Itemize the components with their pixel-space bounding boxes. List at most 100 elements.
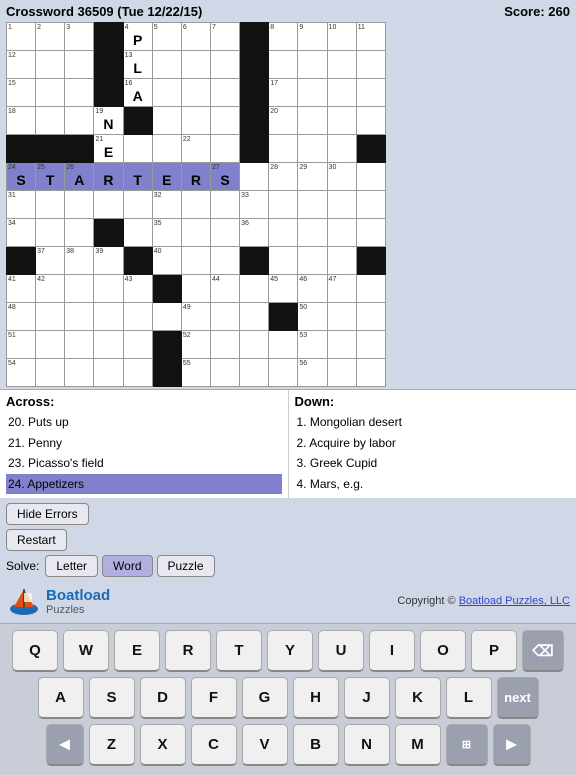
across-clue-23[interactable]: 23. Picasso's field [6,453,282,474]
grid-cell[interactable] [240,275,269,303]
key-w[interactable]: W [63,630,109,672]
grid-cell[interactable] [210,107,239,135]
grid-cell[interactable] [65,79,94,107]
down-clue-4[interactable]: 4. Mars, e.g. [295,474,571,495]
grid-cell[interactable] [94,191,123,219]
grid-cell[interactable]: 25T [36,163,65,191]
grid-cell[interactable]: 49 [181,303,210,331]
grid-cell[interactable] [298,191,327,219]
key-a[interactable]: A [38,677,84,719]
grid-cell[interactable] [269,219,298,247]
grid-cell[interactable] [65,331,94,359]
grid-cell[interactable]: 7 [210,23,239,51]
grid-cell[interactable] [210,79,239,107]
grid-cell[interactable]: 26A [65,163,94,191]
grid-cell[interactable] [123,219,152,247]
grid-cell[interactable]: 5 [152,23,181,51]
grid-cell[interactable] [240,303,269,331]
solve-word-button[interactable]: Word [102,555,152,577]
grid-cell[interactable] [94,359,123,387]
grid-cell[interactable]: T [123,163,152,191]
grid-cell[interactable] [327,331,356,359]
grid-cell[interactable]: 43 [123,275,152,303]
grid-cell[interactable]: 37 [36,247,65,275]
grid-cell[interactable]: 1 [7,23,36,51]
key-i[interactable]: I [369,630,415,672]
grid-cell[interactable] [356,135,385,163]
grid-cell[interactable] [152,303,181,331]
grid-cell[interactable] [240,51,269,79]
grid-cell[interactable] [327,219,356,247]
grid-cell[interactable]: 3 [65,23,94,51]
grid-cell[interactable]: 21E [94,135,123,163]
grid-cell[interactable]: 2 [36,23,65,51]
grid-cell[interactable]: R [181,163,210,191]
grid-cell[interactable]: 10 [327,23,356,51]
grid-cell[interactable] [327,135,356,163]
grid-cell[interactable]: 39 [94,247,123,275]
key-q[interactable]: Q [12,630,58,672]
solve-puzzle-button[interactable]: Puzzle [157,555,215,577]
hide-errors-button[interactable]: Hide Errors [6,503,89,525]
more-key[interactable]: ⊞ [446,724,488,766]
grid-cell[interactable] [36,331,65,359]
grid-cell[interactable]: 40 [152,247,181,275]
grid-cell[interactable]: 52 [181,331,210,359]
grid-cell[interactable]: 42 [36,275,65,303]
key-y[interactable]: Y [267,630,313,672]
grid-cell[interactable] [152,107,181,135]
grid-cell[interactable]: 29 [298,163,327,191]
down-clue-3[interactable]: 3. Greek Cupid [295,453,571,474]
grid-cell[interactable] [240,163,269,191]
grid-cell[interactable]: 28 [269,163,298,191]
grid-cell[interactable] [210,359,239,387]
grid-cell[interactable] [65,191,94,219]
grid-cell[interactable] [36,79,65,107]
grid-cell[interactable] [94,219,123,247]
next-key[interactable]: next [497,677,539,719]
grid-cell[interactable] [7,247,36,275]
restart-button[interactable]: Restart [6,529,67,551]
grid-cell[interactable] [36,191,65,219]
grid-cell[interactable]: 32 [152,191,181,219]
grid-cell[interactable] [240,331,269,359]
grid-cell[interactable] [123,247,152,275]
grid-cell[interactable] [36,51,65,79]
grid-cell[interactable] [240,23,269,51]
grid-cell[interactable] [36,359,65,387]
grid-cell[interactable]: 51 [7,331,36,359]
grid-cell[interactable]: 41 [7,275,36,303]
grid-cell[interactable] [210,247,239,275]
grid-cell[interactable]: 45 [269,275,298,303]
across-clue-20[interactable]: 20. Puts up [6,412,282,433]
grid-cell[interactable] [65,219,94,247]
key-n[interactable]: N [344,724,390,766]
key-z[interactable]: Z [89,724,135,766]
grid-cell[interactable]: 18 [7,107,36,135]
grid-cell[interactable]: 38 [65,247,94,275]
grid-cell[interactable] [123,359,152,387]
grid-cell[interactable] [298,135,327,163]
grid-cell[interactable]: R [94,163,123,191]
grid-cell[interactable] [181,247,210,275]
key-s[interactable]: S [89,677,135,719]
key-j[interactable]: J [344,677,390,719]
grid-cell[interactable] [356,163,385,191]
grid-cell[interactable] [152,51,181,79]
grid-cell[interactable] [356,359,385,387]
grid-cell[interactable] [94,275,123,303]
grid-cell[interactable]: 30 [327,163,356,191]
crossword-grid[interactable]: 1234P5678910111213L1516A171819N2021E2224… [6,22,386,387]
across-clue-24[interactable]: 24. Appetizers [6,474,282,495]
grid-cell[interactable] [123,331,152,359]
grid-cell[interactable] [36,135,65,163]
grid-cell[interactable] [269,331,298,359]
grid-cell[interactable] [181,191,210,219]
grid-cell[interactable] [356,107,385,135]
grid-cell[interactable] [327,359,356,387]
key-m[interactable]: M [395,724,441,766]
grid-cell[interactable]: 31 [7,191,36,219]
grid-cell[interactable] [269,191,298,219]
grid-cell[interactable] [298,247,327,275]
grid-cell[interactable] [210,303,239,331]
